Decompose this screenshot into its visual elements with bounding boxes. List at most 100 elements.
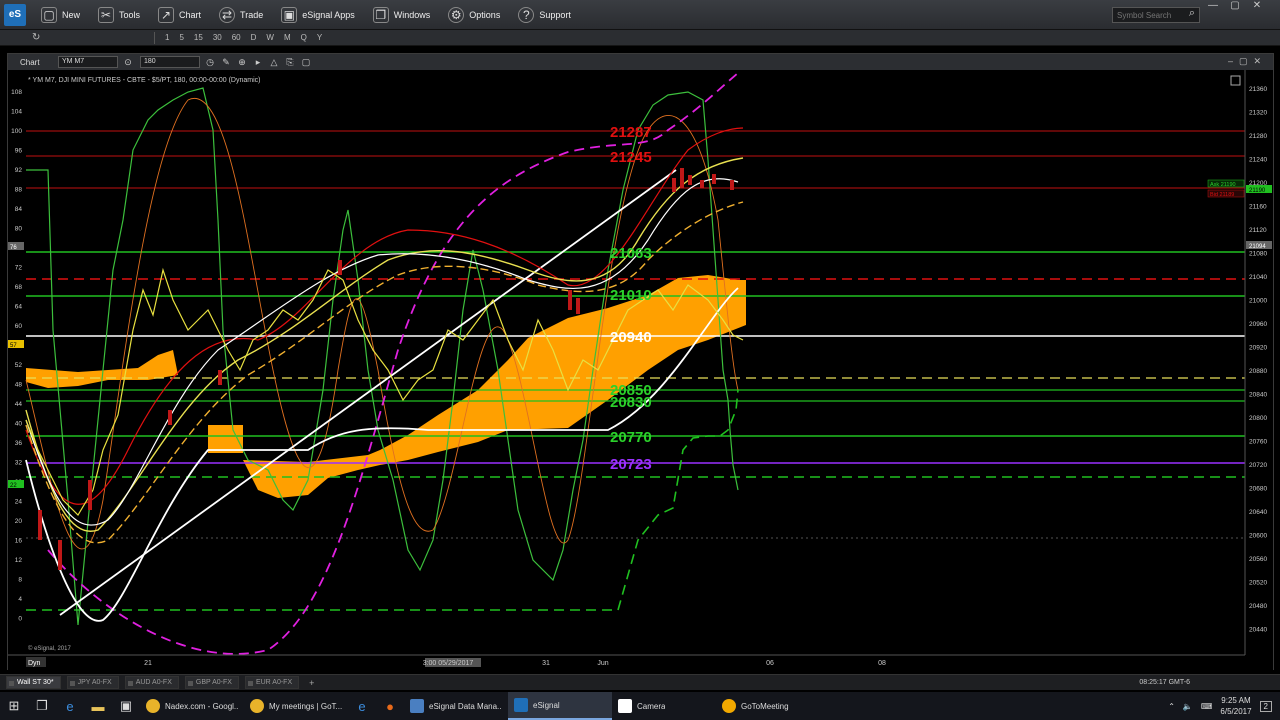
minimize-icon[interactable]: — [1204, 0, 1222, 12]
level-label-21010: 21010 [610, 287, 652, 304]
price-tick: 20840 [1249, 392, 1267, 399]
interval-field[interactable]: 180 [140, 56, 200, 68]
osc-tick: 8 [18, 577, 22, 584]
osc-tick: 60 [15, 323, 23, 330]
interval-w[interactable]: W [266, 33, 274, 42]
firefox-icon[interactable]: ● [376, 692, 404, 720]
search-icon[interactable]: ⌕ [1184, 7, 1200, 23]
menu-trade[interactable]: ⇄ Trade [210, 0, 272, 30]
menu-chart[interactable]: ↗ Chart [149, 0, 210, 30]
gotomeeting-icon [722, 699, 736, 713]
link-icon[interactable]: ⊙ [122, 56, 134, 68]
menu-new[interactable]: ▢ New [32, 0, 89, 30]
price-tick: 21240 [1249, 157, 1267, 164]
speaker-icon[interactable]: 🔈 [1183, 702, 1193, 711]
chart-caption: * YM M7, DJI MINI FUTURES - CBTE - $5/PT… [28, 77, 261, 84]
symbol-field[interactable]: YM M7 [58, 56, 118, 68]
maximize-icon[interactable]: ▢ [1226, 0, 1244, 12]
interval-d[interactable]: D [251, 33, 257, 42]
osc-tick: 96 [15, 148, 23, 155]
taskbar-app-esignal[interactable]: eSignal [508, 692, 612, 720]
interval-30[interactable]: 30 [213, 33, 222, 42]
taskbar-app-nadex[interactable]: Nadex.com - Googl... [140, 692, 244, 720]
play-icon[interactable]: ▸ [252, 56, 264, 68]
clock-time: 9:25 AM [1221, 696, 1251, 705]
attach-icon[interactable]: ⎘ [284, 56, 296, 68]
data-manager-icon [410, 699, 424, 713]
menu-support-label: Support [539, 9, 571, 20]
osc-marker-76: 76 [10, 245, 17, 251]
clock-icon[interactable]: ◷ [204, 56, 216, 68]
sheet-tabs-bar: Wall ST 30* JPY A0-FX AUD A0-FX GBP A0-F… [0, 674, 1280, 690]
time-tick: 31 [542, 660, 550, 667]
menu-tools[interactable]: ✂ Tools [89, 0, 149, 30]
interval-y[interactable]: Y [317, 33, 322, 42]
dyn-label[interactable]: Dyn [28, 660, 41, 667]
ie-icon[interactable]: e [348, 692, 376, 720]
menu-windows[interactable]: ❐ Windows [364, 0, 440, 30]
osc-tick: 36 [15, 440, 23, 447]
taskbar-app-meetings[interactable]: My meetings | GoT... [244, 692, 348, 720]
osc-tick: 12 [15, 557, 23, 564]
chart-copyright: © eSignal, 2017 [28, 645, 71, 652]
osc-tick: 52 [15, 362, 23, 369]
toolbar-separator [154, 31, 155, 44]
menu-tools-label: Tools [119, 9, 141, 20]
sheet-tab-eur[interactable]: EUR A0-FX [244, 676, 300, 689]
clock[interactable]: 9:25 AM 6/5/2017 [1220, 695, 1251, 717]
chart-tab-label[interactable]: Chart [8, 58, 54, 67]
notification-count[interactable]: 2 [1259, 700, 1272, 712]
interval-m[interactable]: M [284, 33, 291, 42]
price-tick: 20920 [1249, 345, 1267, 352]
sheet-tab-wall-st-30[interactable]: Wall ST 30* [6, 676, 61, 689]
price-tick: 20960 [1249, 321, 1267, 328]
last-price-label: 21190 [1249, 188, 1266, 194]
chart-window-controls[interactable]: –▢✕ [1228, 56, 1267, 67]
chrome-icon [250, 699, 264, 713]
sheet-tab-jpy[interactable]: JPY A0-FX [66, 676, 119, 689]
price-chart[interactable]: 21287 21245 21063 21010 20940 20850 2083… [8, 70, 1273, 670]
refresh-icon[interactable]: ↻ [32, 32, 46, 43]
price-tick: 20440 [1249, 627, 1267, 634]
file-explorer-icon[interactable]: ▬ [84, 692, 112, 720]
windows-start-icon[interactable]: ⊞ [0, 692, 28, 720]
cursor-icon[interactable]: ⊕ [236, 56, 248, 68]
price-tick: 20520 [1249, 580, 1267, 587]
windows-taskbar: ⊞ ❐ e ▬ ▣ Nadex.com - Googl... My meetin… [0, 692, 1280, 720]
status-time: 08:25:17 GMT-6 [1139, 679, 1190, 686]
sheet-tab-aud[interactable]: AUD A0-FX [124, 676, 179, 689]
add-sheet-button[interactable]: + [309, 678, 314, 688]
taskbar-app-camera[interactable]: Camera [612, 692, 716, 720]
box-icon[interactable]: ▢ [300, 56, 312, 68]
edge-icon[interactable]: e [56, 692, 84, 720]
task-view-icon[interactable]: ❐ [28, 692, 56, 720]
time-tick: 08 [878, 660, 886, 667]
sheet-tab-gbp[interactable]: GBP A0-FX [184, 676, 239, 689]
osc-tick: 32 [15, 460, 23, 467]
osc-tick: 24 [15, 499, 23, 506]
menu-esignal-apps[interactable]: ▣ eSignal Apps [272, 0, 364, 30]
menu-options[interactable]: ⚙ Options [439, 0, 509, 30]
close-icon[interactable]: ✕ [1248, 0, 1266, 12]
interval-15[interactable]: 15 [194, 33, 203, 42]
price-tick: 20720 [1249, 462, 1267, 469]
interval-5[interactable]: 5 [179, 33, 183, 42]
level-label-21287: 21287 [610, 124, 652, 141]
triangle-icon[interactable]: △ [268, 56, 280, 68]
interval-q[interactable]: Q [301, 33, 307, 42]
store-icon[interactable]: ▣ [112, 692, 140, 720]
interval-60[interactable]: 60 [232, 33, 241, 42]
osc-tick: 104 [11, 109, 22, 116]
keyboard-icon[interactable]: ⌨ [1201, 702, 1213, 711]
taskbar-app-esignal-data-manager[interactable]: eSignal Data Mana... [404, 692, 508, 720]
network-icon[interactable]: ⌃ [1168, 702, 1175, 711]
windows-icon: ❐ [372, 6, 389, 23]
pencil-icon[interactable]: ✎ [220, 56, 232, 68]
chrome-icon [146, 699, 160, 713]
interval-1[interactable]: 1 [165, 33, 169, 42]
interval-toolbar: ↻ 1 5 15 30 60 D W M Q Y [0, 30, 1280, 46]
taskbar-app-gotomeeting[interactable]: GoToMeeting [716, 692, 820, 720]
taskbar-app-label: My meetings | GoT... [269, 701, 342, 711]
menu-support[interactable]: ? Support [509, 0, 580, 30]
time-tick: 21 [144, 660, 152, 667]
